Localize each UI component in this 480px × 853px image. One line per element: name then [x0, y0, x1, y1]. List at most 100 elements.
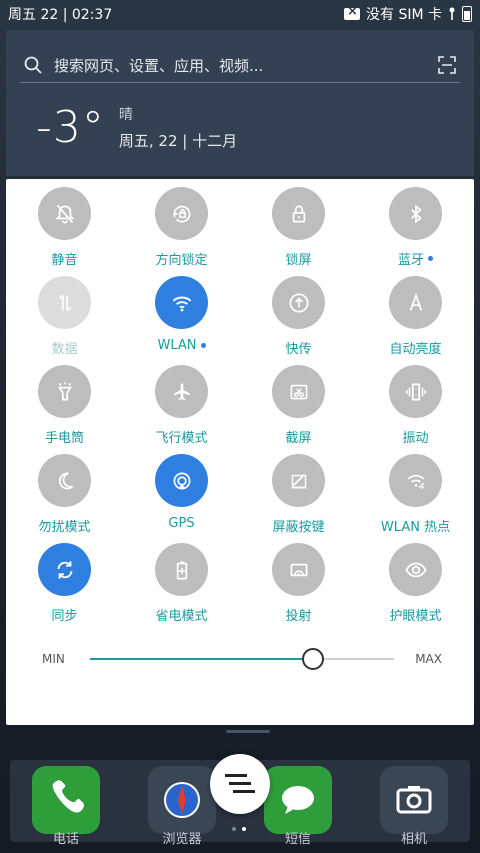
page-indicator [232, 827, 246, 831]
qs-tile-circle[interactable] [38, 187, 91, 240]
qs-tile-lock[interactable]: 锁屏 [240, 187, 357, 276]
scan-icon[interactable] [438, 56, 456, 74]
eye-icon [404, 562, 427, 577]
data-arrows-icon [58, 294, 71, 311]
vibrate-icon [405, 383, 426, 400]
qs-tile-circle[interactable] [272, 543, 325, 596]
qs-tile-flashlight[interactable]: 手电筒 [6, 365, 123, 454]
qs-tile-label-text: 振动 [402, 431, 429, 446]
menu-button[interactable] [210, 754, 270, 814]
qs-tile-circle[interactable] [155, 365, 208, 418]
status-right-group: 没有 SIM 卡 [344, 4, 472, 24]
qs-tile-circle[interactable] [389, 365, 442, 418]
quick-transfer-icon [288, 292, 309, 313]
qs-tile-label: 省电模式 [155, 605, 207, 624]
qs-tile-circle[interactable] [38, 454, 91, 507]
qs-tile-circle[interactable] [389, 276, 442, 329]
qs-tile-block-keys[interactable]: 屏蔽按键 [240, 454, 357, 543]
qs-tile-label-text: 截屏 [285, 431, 312, 446]
qs-tile-label-text: WLAN [157, 338, 197, 353]
qs-tile-label: 屏蔽按键 [272, 516, 324, 535]
phone-icon [52, 780, 84, 813]
qs-tile-label: 静音 [51, 249, 77, 268]
qs-tile-auto-brightness[interactable]: 自动亮度 [357, 276, 474, 365]
qs-tile-label: 飞行模式 [155, 427, 207, 446]
qs-tile-eye[interactable]: 护眼模式 [357, 543, 474, 632]
qs-tile-quick-transfer[interactable]: 快传 [240, 276, 357, 365]
status-datetime: 周五 22 | 02:37 [8, 7, 113, 23]
qs-tile-gps[interactable]: GPS [123, 454, 240, 543]
qs-tile-circle[interactable] [389, 187, 442, 240]
qs-tile-cast[interactable]: 投射 [240, 543, 357, 632]
rotation-lock-icon [173, 205, 190, 223]
qs-tile-label-text: 静音 [51, 253, 78, 268]
quick-settings-panel: 静音 方向锁定 锁屏 蓝牙数据 WLAN 快传 自动亮度手电筒 飞行模式 截屏 振动勿扰模式 GPS… [6, 179, 474, 725]
menu-lines-icon [225, 774, 255, 793]
qs-tile-circle[interactable] [272, 365, 325, 418]
brightness-thumb[interactable] [302, 648, 325, 670]
lock-icon [292, 205, 305, 222]
battery-saver-icon [176, 560, 187, 580]
qs-tile-circle[interactable] [272, 454, 325, 507]
status-bar: 周五 22 | 02:37 没有 SIM 卡 [0, 0, 480, 28]
qs-tile-sync[interactable]: 同步 [6, 543, 123, 632]
qs-tile-circle[interactable] [155, 276, 208, 329]
qs-tile-label-text: 蓝牙 [397, 253, 424, 268]
notification-blocked-icon [344, 4, 360, 20]
qs-tile-circle[interactable] [389, 454, 442, 507]
screenshot-icon [290, 384, 307, 399]
qs-tile-circle[interactable] [155, 187, 208, 240]
qs-tile-data-arrows[interactable]: 数据 [6, 276, 123, 365]
brightness-max-label: MAX [415, 652, 442, 666]
search-divider [20, 82, 460, 83]
qs-tile-airplane[interactable]: 飞行模式 [123, 365, 240, 454]
dock-app-camera[interactable] [380, 766, 448, 834]
brightness-slider[interactable] [90, 648, 394, 670]
moon-icon [58, 472, 73, 489]
auto-brightness-icon [409, 292, 422, 311]
dock-app-phone[interactable] [32, 766, 100, 834]
weather-widget[interactable]: -3° 晴 周五, 22 | 十二月 [36, 102, 237, 153]
status-dot [428, 256, 433, 261]
status-dot [200, 343, 206, 348]
qs-tile-label: 截屏 [285, 427, 311, 446]
qs-tile-circle[interactable] [389, 543, 442, 596]
qs-tile-circle[interactable] [272, 187, 325, 240]
qs-tile-label-text: 手电筒 [44, 431, 84, 446]
qs-tile-rotation-lock[interactable]: 方向锁定 [123, 187, 240, 276]
qs-tile-moon[interactable]: 勿扰模式 [6, 454, 123, 543]
dock-app-message[interactable] [264, 766, 332, 834]
qs-tile-label: 勿扰模式 [38, 516, 90, 535]
qs-tile-hotspot[interactable]: WLAN 热点 [357, 454, 474, 543]
qs-tile-label-text: 护眼模式 [389, 609, 442, 624]
qs-tile-screenshot[interactable]: 截屏 [240, 365, 357, 454]
qs-tile-label: WLAN 热点 [381, 516, 450, 535]
qs-tile-vibrate[interactable]: 振动 [357, 365, 474, 454]
qs-tile-label: 护眼模式 [389, 605, 441, 624]
qs-tile-bluetooth[interactable]: 蓝牙 [357, 187, 474, 276]
panel-drag-handle[interactable] [226, 730, 270, 733]
qs-tile-circle[interactable] [272, 276, 325, 329]
weather-condition: 晴 [118, 107, 133, 123]
compass-icon [164, 782, 200, 818]
qs-tile-mute-bell[interactable]: 静音 [6, 187, 123, 276]
qs-tile-label: 振动 [402, 427, 428, 446]
qs-tile-circle[interactable] [38, 365, 91, 418]
qs-tile-circle[interactable] [38, 543, 91, 596]
qs-tile-circle[interactable] [155, 454, 208, 507]
dock-app-compass[interactable] [148, 766, 216, 834]
qs-tile-label: 手电筒 [45, 427, 84, 446]
dock-app-label: 相机 [400, 832, 427, 847]
qs-tile-circle[interactable] [155, 543, 208, 596]
qs-tile-label-text: GPS [168, 516, 195, 531]
search-bar[interactable]: 搜索网页、设置、应用、视频... [24, 50, 456, 80]
weather-date: 周五, 22 | 十二月 [118, 132, 238, 150]
search-input[interactable]: 搜索网页、设置、应用、视频... [54, 55, 438, 76]
qs-tile-wifi[interactable]: WLAN [123, 276, 240, 365]
search-icon [24, 56, 42, 74]
carrier-text: 没有 SIM 卡 [366, 7, 442, 23]
qs-tile-circle[interactable] [38, 276, 91, 329]
qs-tile-battery-saver[interactable]: 省电模式 [123, 543, 240, 632]
weather-info: 晴 周五, 22 | 十二月 [119, 104, 237, 151]
qs-tile-label: 自动亮度 [389, 338, 441, 357]
